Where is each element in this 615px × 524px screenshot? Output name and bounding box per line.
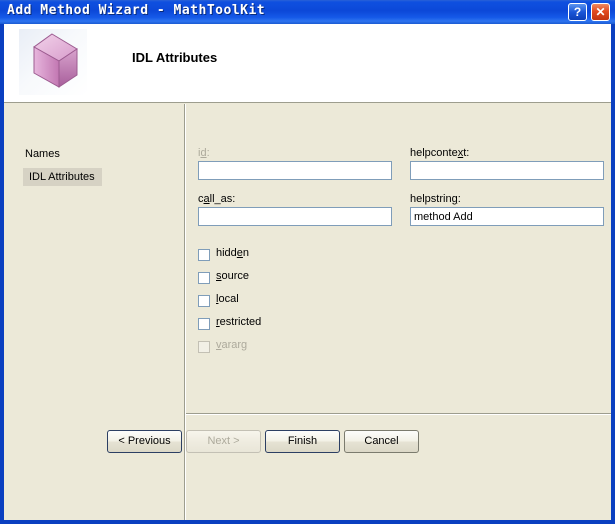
checkbox-label: hidden: [216, 247, 250, 259]
helpcontext-label: helpcontext:: [410, 147, 470, 159]
id-input[interactable]: [198, 161, 392, 180]
helpstring-label: helpstring:: [410, 193, 461, 205]
next-button: Next >: [186, 430, 261, 453]
wizard-header: IDL Attributes: [4, 24, 611, 103]
page-title: IDL Attributes: [132, 50, 218, 65]
window-title: Add Method Wizard - MathToolKit: [7, 3, 266, 18]
checkbox-box[interactable]: [198, 249, 210, 261]
wizard-window: Add Method Wizard - MathToolKit ? ✕ IDL …: [0, 0, 615, 524]
checkbox-box[interactable]: [198, 272, 210, 284]
footer-divider-highlight: [186, 414, 611, 415]
checkbox-box[interactable]: [198, 295, 210, 307]
title-bar: Add Method Wizard - MathToolKit ? ✕: [0, 0, 615, 24]
cube-icon: [19, 29, 87, 95]
help-button[interactable]: ?: [568, 3, 587, 21]
sidebar: Names IDL Attributes: [4, 104, 181, 520]
checkbox-box: [198, 341, 210, 353]
checkbox-label: source: [216, 270, 250, 282]
sidebar-item-idl-attributes[interactable]: IDL Attributes: [23, 168, 102, 186]
client-area: IDL Attributes Names IDL Attributes id: …: [4, 24, 611, 520]
close-icon[interactable]: ✕: [591, 3, 610, 21]
finish-button[interactable]: Finish: [265, 430, 340, 453]
helpstring-input[interactable]: [410, 207, 604, 226]
previous-button[interactable]: < Previous: [107, 430, 182, 453]
checkbox-label: local: [216, 293, 239, 305]
id-label: id:: [198, 147, 210, 159]
sidebar-heading: Names: [25, 148, 60, 160]
checkbox-box[interactable]: [198, 318, 210, 330]
checkbox-label: vararg: [216, 339, 248, 351]
call-as-label: call_as:: [198, 193, 236, 205]
cancel-button[interactable]: Cancel: [344, 430, 419, 453]
checkbox-label: restricted: [216, 316, 262, 328]
helpcontext-input[interactable]: [410, 161, 604, 180]
main-panel: id: call_as: helpcontext: helpstring: hi…: [186, 104, 611, 520]
call-as-input[interactable]: [198, 207, 392, 226]
